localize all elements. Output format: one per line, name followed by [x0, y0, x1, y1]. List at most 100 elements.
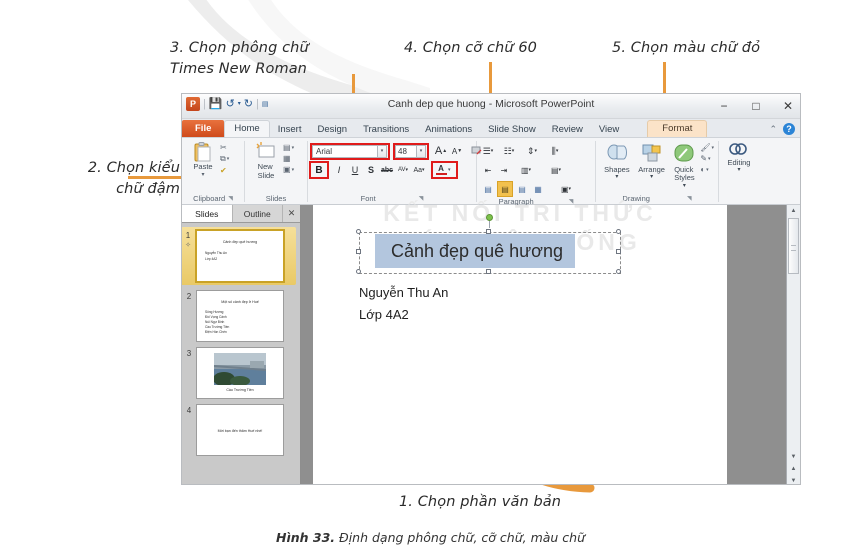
- close-pane-icon[interactable]: ✕: [283, 205, 300, 222]
- underline-button[interactable]: U: [348, 163, 362, 177]
- shape-effects-button[interactable]: ◐ ▾: [700, 165, 714, 174]
- editing-button[interactable]: Editing ▾: [723, 141, 755, 174]
- slide-thumbnail-2[interactable]: 2 Một số cảnh đẹp ở Huế Sông Hương Đồi V…: [182, 290, 296, 342]
- font-size-dropdown-icon[interactable]: ▾: [417, 144, 426, 158]
- handle-top-right[interactable]: [616, 229, 621, 234]
- justify-button[interactable]: ▦: [531, 182, 545, 196]
- copy-button[interactable]: ⧉ ▾: [220, 154, 229, 164]
- decrease-indent-icon: ⇤: [484, 165, 492, 175]
- align-text-button[interactable]: ▤ ▾: [549, 163, 563, 177]
- font-color-dropdown-icon[interactable]: ▾: [448, 167, 451, 173]
- slide-body-line-2[interactable]: Lớp 4A2: [359, 307, 409, 322]
- numbering-button[interactable]: ☷ ▾: [502, 144, 516, 158]
- cut-button[interactable]: ✂: [220, 143, 229, 152]
- help-icon[interactable]: ?: [783, 123, 795, 135]
- annotation-1: 1. Chọn phần văn bản: [398, 494, 562, 510]
- shape-fill-button[interactable]: 🖌 ▾: [700, 143, 714, 152]
- rotate-handle[interactable]: [486, 214, 493, 221]
- reset-button[interactable]: ▦: [283, 154, 294, 163]
- slide-canvas[interactable]: KẾT NỐI TRI THỨCVỚI CUỘC SỐNG Cảnh đẹp q…: [313, 200, 727, 484]
- scroll-up-icon[interactable]: ▲: [787, 205, 800, 217]
- font-name-dropdown-icon[interactable]: ▾: [378, 144, 387, 158]
- handle-top-left[interactable]: [356, 229, 361, 234]
- cut-icon: ✂: [220, 143, 227, 152]
- tab-slides-thumbnails[interactable]: Slides: [182, 205, 233, 222]
- new-slide-button[interactable]: New Slide: [249, 141, 283, 180]
- tab-transitions[interactable]: Transitions: [355, 122, 417, 138]
- slide-thumbnails-list[interactable]: 1 ✧ Cảnh đẹp quê hương Nguyễn Thu An Lớp…: [182, 223, 300, 484]
- columns-button[interactable]: ▥ ▾: [519, 163, 533, 177]
- align-left-button[interactable]: ▤: [481, 182, 495, 196]
- group-label-clipboard: Clipboard ◥: [193, 194, 233, 203]
- align-center-button[interactable]: ▤: [497, 181, 513, 197]
- tab-outline[interactable]: Outline: [233, 205, 283, 222]
- scroll-down-icon[interactable]: ▼: [787, 451, 800, 463]
- format-painter-button[interactable]: ✔: [220, 166, 229, 175]
- quick-styles-button[interactable]: Quick Styles ▾: [670, 142, 700, 189]
- tab-file[interactable]: File: [182, 119, 225, 137]
- handle-bottom-right[interactable]: [616, 269, 621, 274]
- paragraph-dialog-launcher[interactable]: ◥: [569, 198, 574, 205]
- collapse-ribbon-icon[interactable]: ⌃: [769, 124, 777, 135]
- tab-review[interactable]: Review: [544, 122, 591, 138]
- font-name-input[interactable]: Arial: [312, 144, 378, 158]
- strikethrough-button[interactable]: abc: [380, 163, 394, 177]
- maximize-button[interactable]: □: [748, 100, 764, 112]
- handle-middle-left[interactable]: [356, 249, 361, 254]
- rotate-stem: [489, 220, 490, 228]
- section-button[interactable]: ▣ ▾: [283, 165, 294, 174]
- slide-thumbnail-1[interactable]: 1 ✧ Cảnh đẹp quê hương Nguyễn Thu An Lớp…: [182, 227, 296, 285]
- font-color-button[interactable]: A: [434, 163, 448, 177]
- decrease-indent-button[interactable]: ⇤: [481, 163, 495, 177]
- find-icon: [727, 141, 751, 159]
- text-shadow-button[interactable]: S: [364, 163, 378, 177]
- drawing-dialog-launcher[interactable]: ◥: [687, 195, 692, 202]
- thumb-image-3: [214, 353, 266, 385]
- bullets-button[interactable]: ☰ ▾: [481, 144, 495, 158]
- vertical-scrollbar[interactable]: ▲ ▼ ▲ ▼: [786, 205, 800, 484]
- tab-view[interactable]: View: [591, 122, 627, 138]
- minimize-button[interactable]: −: [716, 100, 732, 112]
- handle-bottom-center[interactable]: [486, 269, 491, 274]
- layout-button[interactable]: ▤ ▾: [283, 143, 294, 152]
- increase-indent-button[interactable]: ⇥: [497, 163, 511, 177]
- ribbon-tabs[interactable]: File Home Insert Design Transitions Anim…: [182, 119, 800, 138]
- font-dialog-launcher[interactable]: ◥: [419, 195, 424, 202]
- font-size-input[interactable]: 48: [395, 144, 417, 158]
- slides-pane-tabs[interactable]: Slides Outline ✕: [182, 205, 300, 223]
- tab-home[interactable]: Home: [224, 119, 270, 137]
- shape-outline-button[interactable]: ✎ ▾: [700, 154, 714, 163]
- shapes-button[interactable]: Shapes ▾: [600, 142, 634, 181]
- title-placeholder-box[interactable]: [359, 232, 621, 274]
- previous-slide-icon[interactable]: ▲: [787, 463, 800, 475]
- slide-thumbnail-4[interactable]: 4 Mời bạn đến thăm Huế nhé!: [182, 404, 296, 456]
- tab-slide-show[interactable]: Slide Show: [480, 122, 544, 138]
- handle-bottom-left[interactable]: [356, 269, 361, 274]
- paste-button[interactable]: Paste ▾: [186, 141, 220, 179]
- grow-font-button[interactable]: A ▲: [434, 144, 448, 158]
- tab-format[interactable]: Format: [647, 119, 708, 137]
- slide-thumbnail-3[interactable]: 3 Cầu Trường Tiền: [182, 347, 296, 399]
- clipboard-dialog-launcher[interactable]: ◥: [228, 195, 233, 202]
- handle-top-center[interactable]: [486, 229, 491, 234]
- italic-button[interactable]: I: [332, 163, 346, 177]
- window-controls[interactable]: − □ ✕: [716, 94, 796, 118]
- convert-smartart-button[interactable]: ▣ ▾: [559, 182, 573, 196]
- shrink-font-button[interactable]: A ▼: [450, 144, 464, 158]
- paste-dropdown-icon[interactable]: ▾: [201, 172, 204, 179]
- bold-button[interactable]: B: [312, 163, 326, 177]
- line-spacing-button[interactable]: ⇕ ▾: [525, 144, 539, 158]
- handle-middle-right[interactable]: [616, 249, 621, 254]
- change-case-button[interactable]: Aa ▾: [412, 163, 426, 177]
- tab-insert[interactable]: Insert: [270, 122, 310, 138]
- tab-animations[interactable]: Animations: [417, 122, 480, 138]
- slide-body-line-1[interactable]: Nguyễn Thu An: [359, 285, 448, 300]
- scrollbar-thumb[interactable]: [788, 218, 799, 274]
- character-spacing-button[interactable]: AV ▾: [396, 163, 410, 177]
- arrange-button[interactable]: Arrange ▾: [635, 142, 669, 181]
- align-right-button[interactable]: ▤: [515, 182, 529, 196]
- text-direction-button[interactable]: ⫼ ▾: [548, 144, 562, 158]
- tab-design[interactable]: Design: [309, 122, 355, 138]
- close-button[interactable]: ✕: [780, 100, 796, 112]
- next-slide-icon[interactable]: ▼: [787, 475, 800, 484]
